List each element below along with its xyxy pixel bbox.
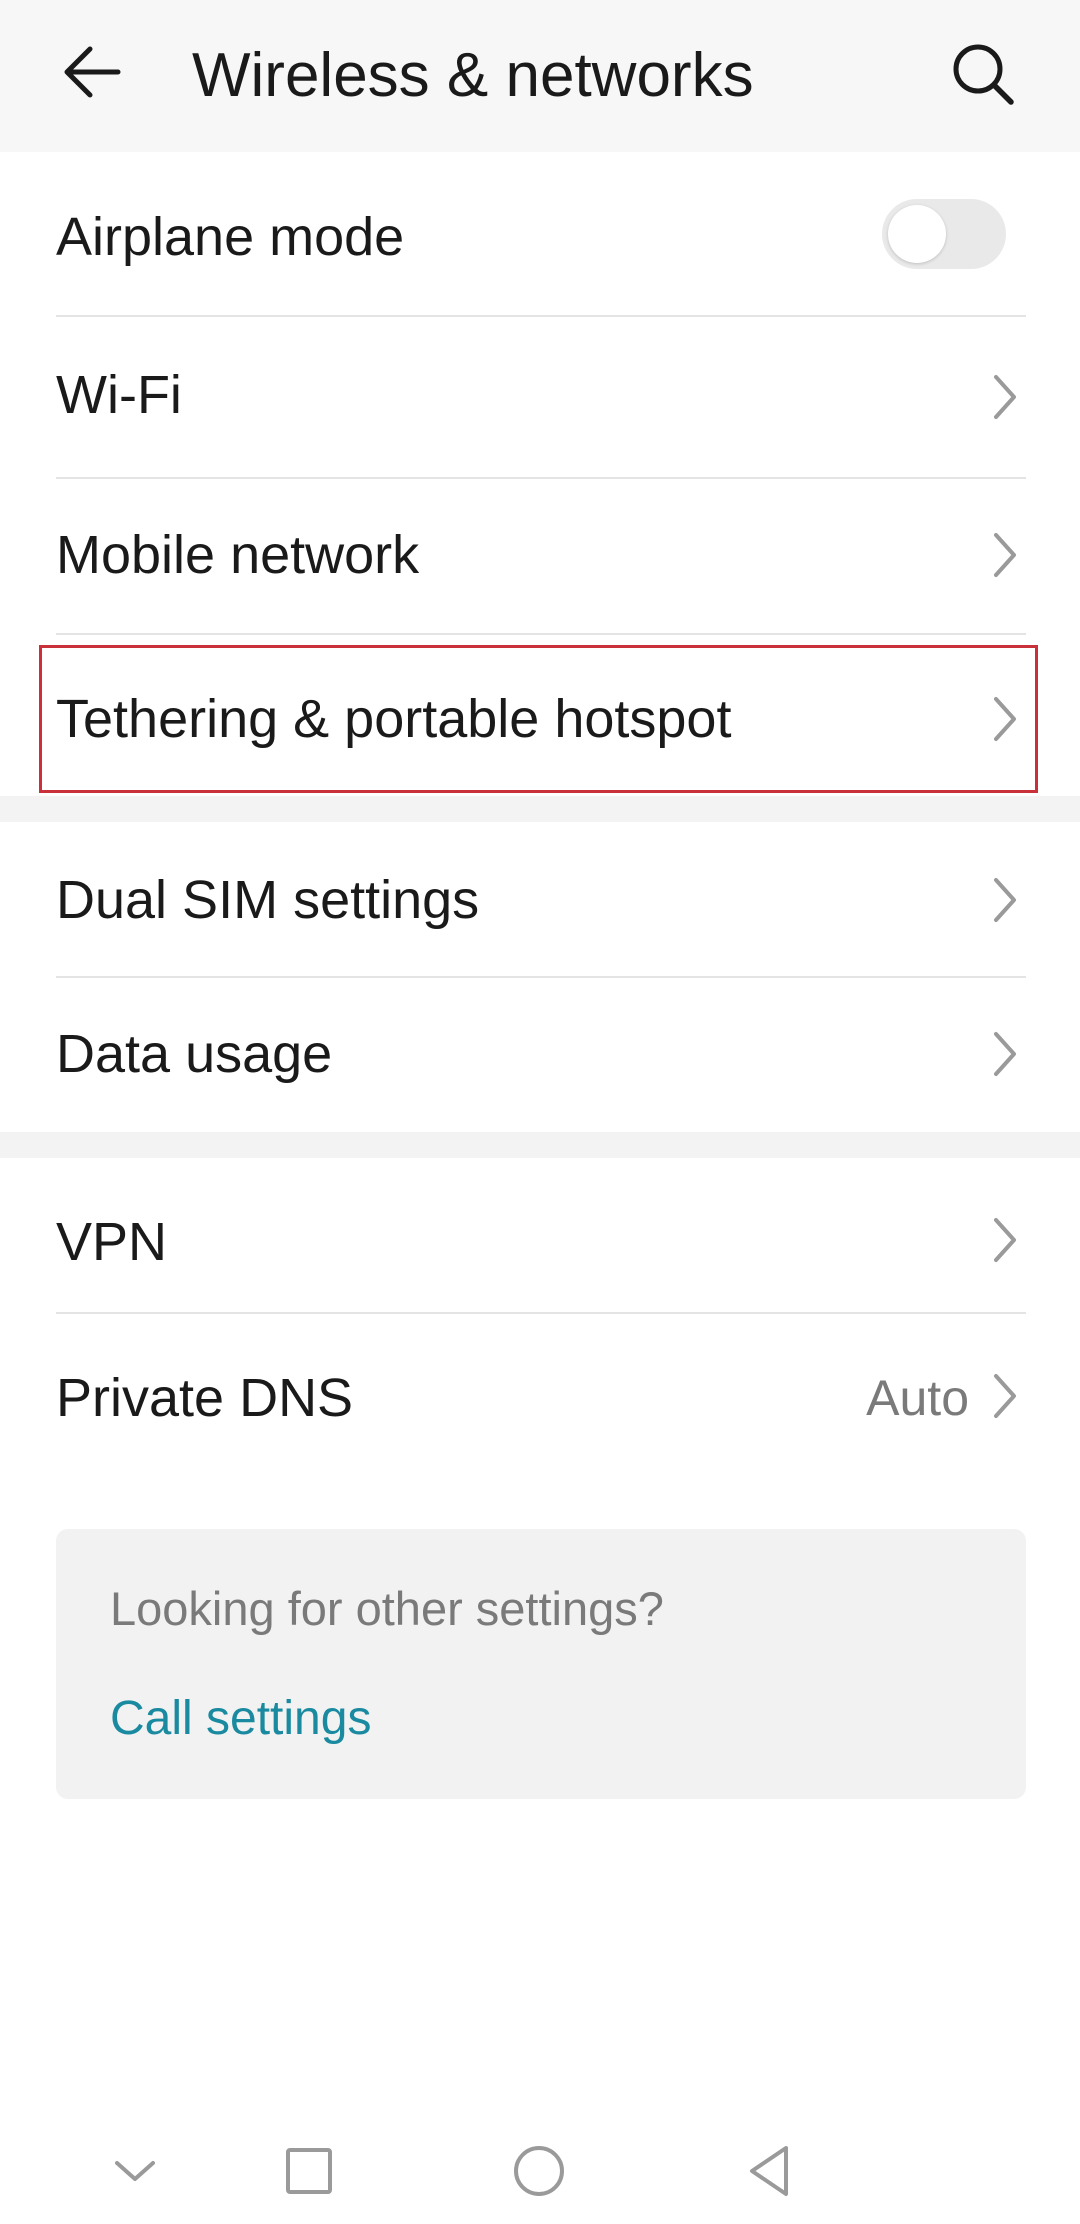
app-bar: Wireless & networks [0,0,1080,152]
section-gap [0,796,1080,822]
private-dns-value: Auto [866,1370,969,1426]
highlight-box [39,645,1038,793]
mobile-network-row[interactable]: Mobile network [0,479,1080,633]
vpn-row[interactable]: VPN [0,1158,1080,1312]
private-dns-row[interactable]: Private DNS Auto [0,1314,1080,1474]
vpn-label: VPN [56,1212,168,1272]
chevron-right-icon [994,1218,1016,1262]
chevron-down-icon[interactable] [100,2136,170,2206]
data-usage-label: Data usage [56,1024,333,1084]
divider [56,633,1026,635]
section-gap [0,1132,1080,1158]
dual-sim-label: Dual SIM settings [56,870,480,930]
chevron-right-icon [994,1374,1016,1418]
chevron-right-icon [994,1032,1016,1076]
back-button[interactable] [56,34,132,110]
system-nav-bar [0,2128,1080,2224]
other-settings-hint: Looking for other settings? [110,1582,664,1635]
airplane-mode-toggle[interactable] [882,199,1006,269]
circle-home-icon[interactable] [504,2136,574,2206]
chevron-right-icon [994,533,1016,577]
airplane-mode-label: Airplane mode [56,207,405,267]
search-button[interactable] [945,36,1021,112]
search-icon [953,44,1014,105]
toggle-knob [888,205,946,263]
triangle-back-icon[interactable] [734,2136,804,2206]
chevron-right-icon [994,878,1016,922]
wifi-row[interactable]: Wi-Fi [0,317,1080,477]
page-title: Wireless & networks [192,41,754,110]
private-dns-label: Private DNS [56,1368,354,1428]
wifi-label: Wi-Fi [56,365,182,425]
dual-sim-row[interactable]: Dual SIM settings [0,822,1080,976]
mobile-network-label: Mobile network [56,525,420,585]
call-settings-link[interactable]: Call settings [110,1691,371,1747]
other-settings-card: Looking for other settings? Call setting… [56,1529,1026,1799]
data-usage-row[interactable]: Data usage [0,978,1080,1132]
chevron-right-icon [994,375,1016,419]
square-recents-icon[interactable] [274,2136,344,2206]
arrow-left-icon [64,46,121,98]
